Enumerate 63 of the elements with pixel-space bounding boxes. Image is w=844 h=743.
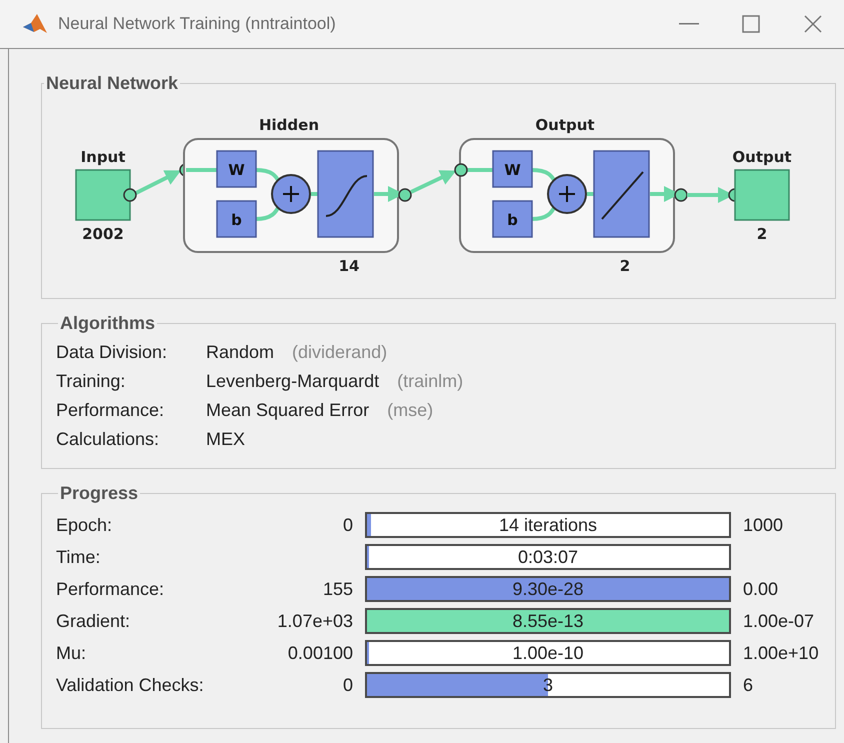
start-value: 0 bbox=[342, 514, 353, 536]
sum-icon bbox=[271, 174, 311, 214]
layer-size: 2 bbox=[620, 257, 630, 275]
end-value: 1000 bbox=[743, 514, 784, 536]
function-name: (trainlm) bbox=[397, 371, 464, 392]
layer-title: Output bbox=[535, 116, 595, 134]
input-block bbox=[75, 169, 131, 221]
function-name: (mse) bbox=[387, 400, 434, 421]
field-value: Random bbox=[206, 342, 274, 363]
weight-block: W bbox=[216, 150, 257, 188]
progress-label: Gradient: bbox=[56, 610, 132, 632]
node-dot bbox=[123, 188, 137, 202]
progress-value: 8.55e-13 bbox=[511, 610, 585, 632]
field-value: Mean Squared Error bbox=[206, 400, 370, 421]
minimize-icon bbox=[679, 23, 699, 25]
progress-value: 14 iterations bbox=[498, 514, 598, 536]
end-value: 6 bbox=[743, 674, 754, 696]
output-size: 2 bbox=[756, 225, 768, 243]
maximize-icon bbox=[742, 15, 760, 33]
weight-block: W bbox=[492, 150, 533, 188]
input-size: 2002 bbox=[82, 225, 124, 243]
node-dot bbox=[674, 188, 688, 202]
output-block bbox=[734, 169, 790, 221]
start-value: 155 bbox=[322, 578, 353, 600]
progress-label: Validation Checks: bbox=[56, 674, 205, 696]
close-icon bbox=[803, 14, 823, 34]
field-label: Data Division: bbox=[56, 342, 168, 363]
progress-value: 3 bbox=[542, 674, 554, 696]
start-value: 1.07e+03 bbox=[276, 610, 353, 632]
panel-title: Progress bbox=[59, 483, 140, 504]
node-dot bbox=[454, 163, 468, 177]
field-label: Calculations: bbox=[56, 429, 160, 450]
connection-arrow bbox=[410, 170, 456, 194]
layer-title: Hidden bbox=[258, 116, 320, 134]
window-title: Neural Network Training (nntraintool) bbox=[58, 14, 337, 34]
field-label: Training: bbox=[56, 371, 126, 392]
progress-label: Time: bbox=[56, 546, 102, 568]
input-label: Input bbox=[80, 148, 126, 166]
panel-title: Algorithms bbox=[59, 313, 156, 334]
progress-value: 9.30e-28 bbox=[511, 578, 585, 600]
progress-value: 0:03:07 bbox=[516, 546, 580, 568]
panel-title: Neural Network bbox=[45, 73, 180, 94]
layer-size: 14 bbox=[338, 257, 360, 275]
connection-arrow bbox=[133, 170, 182, 196]
progress-label: Performance: bbox=[56, 578, 166, 600]
function-name: (dividerand) bbox=[292, 342, 388, 363]
field-label: Performance: bbox=[56, 400, 166, 421]
node-dot bbox=[398, 188, 412, 202]
bias-block: b bbox=[216, 200, 257, 238]
end-value: 0.00 bbox=[743, 578, 780, 600]
progress-label: Epoch: bbox=[56, 514, 114, 536]
end-value: 1.00e+10 bbox=[743, 642, 820, 664]
logo-icon bbox=[22, 13, 48, 35]
field-value: MEX bbox=[206, 429, 246, 450]
sum-icon bbox=[547, 174, 587, 214]
progress-label: Mu: bbox=[56, 642, 88, 664]
start-value: 0.00100 bbox=[286, 642, 353, 664]
output-label: Output bbox=[732, 148, 792, 166]
bias-block: b bbox=[492, 200, 533, 238]
start-value: 0 bbox=[342, 674, 353, 696]
end-value: 1.00e-07 bbox=[743, 610, 816, 632]
progress-value: 1.00e-10 bbox=[511, 642, 585, 664]
field-value: Levenberg-Marquardt bbox=[206, 371, 380, 392]
